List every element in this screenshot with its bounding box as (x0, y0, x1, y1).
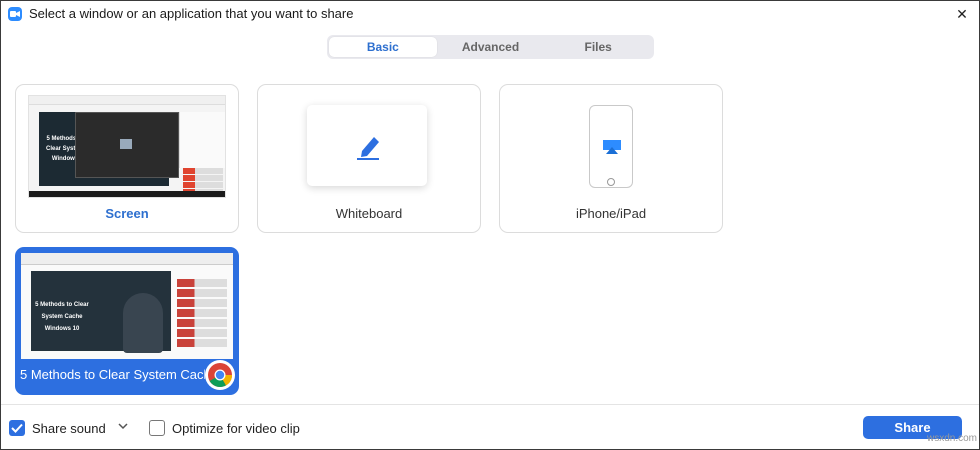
share-tabs: Basic Advanced Files (327, 35, 654, 59)
screen-thumbnail: 5 Methods to Clear System Windows (28, 95, 226, 198)
screen-tile[interactable]: 5 Methods to Clear System Windows Screen (15, 84, 239, 233)
window-thumbnail-text: 5 Methods to Clear System Cache Windows … (35, 302, 89, 332)
home-button (607, 178, 615, 186)
window-tile-chrome[interactable]: 5 Methods to Clear System Cache Windows … (15, 247, 239, 395)
whiteboard-label: Whiteboard (335, 206, 403, 221)
share-sound-checkbox[interactable] (9, 420, 25, 436)
optimize-video-checkbox[interactable] (149, 420, 165, 436)
phone-illustration (589, 105, 633, 188)
title-bar: Select a window or an application that y… (1, 1, 979, 27)
share-screen-dialog: Select a window or an application that y… (0, 0, 980, 450)
zoom-app-icon (8, 7, 22, 21)
watermark: wsxdn.com (927, 433, 978, 444)
share-sound-label: Share sound (32, 421, 106, 436)
tab-basic[interactable]: Basic (329, 37, 437, 57)
window-label: 5 Methods to Clear System Cach... (20, 367, 205, 382)
footer-divider (1, 404, 979, 405)
iphone-ipad-tile[interactable]: iPhone/iPad (499, 84, 723, 233)
close-icon: ✕ (956, 5, 968, 22)
tab-advanced[interactable]: Advanced (437, 37, 545, 57)
checkmark-icon (11, 423, 23, 433)
pencil-icon (357, 137, 379, 160)
window-thumbnail: 5 Methods to Clear System Cache Windows … (21, 253, 233, 359)
whiteboard-preview (307, 105, 427, 186)
tab-files[interactable]: Files (544, 37, 652, 57)
close-button[interactable]: ✕ (949, 3, 975, 25)
optimize-video-label: Optimize for video clip (172, 421, 300, 436)
iphone-label: iPhone/iPad (575, 206, 647, 221)
dialog-title: Select a window or an application that y… (29, 6, 354, 21)
chevron-down-icon[interactable] (118, 423, 128, 430)
airplay-icon (603, 140, 621, 154)
chrome-icon (205, 360, 235, 390)
screen-label: Screen (105, 206, 149, 221)
whiteboard-tile[interactable]: Whiteboard (257, 84, 481, 233)
